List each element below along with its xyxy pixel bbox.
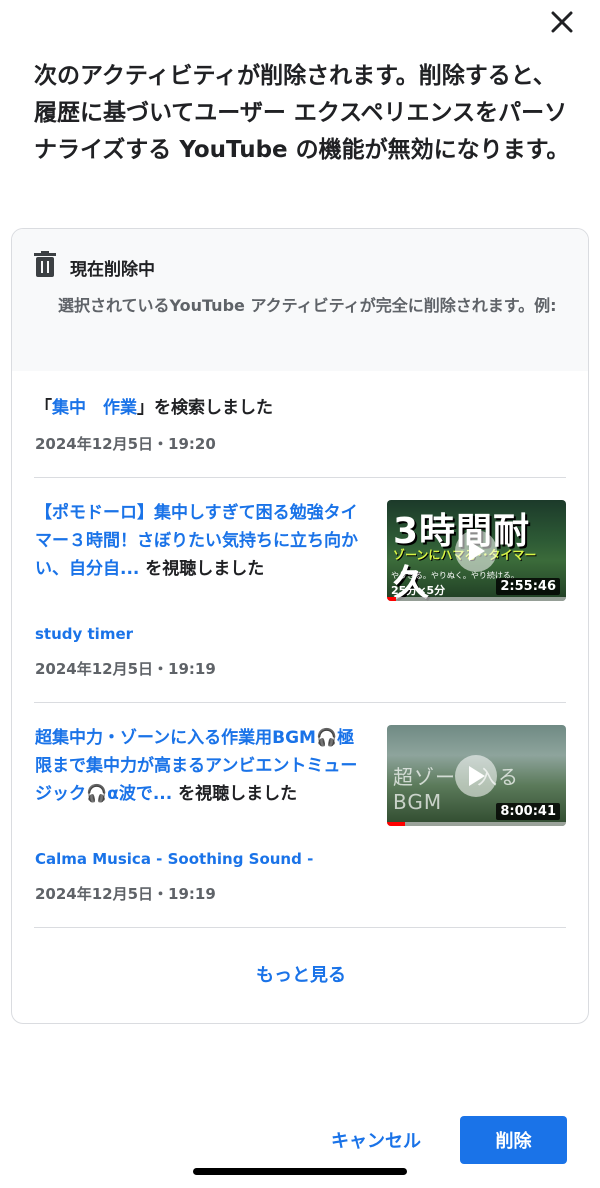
trash-icon [34,251,56,277]
card-title: 現在削除中 [70,260,155,280]
watch-suffix: を視聴しました [172,784,298,804]
card-description: 選択されているYouTube アクティビティが完全に削除されます。例: [58,296,557,315]
video-thumbnail[interactable]: 超ゾー 入るBGM 8:00:41 [387,725,566,826]
watch-suffix: を視聴しました [139,559,265,579]
close-icon [551,11,573,33]
video-duration: 8:00:41 [496,803,560,820]
show-more-button[interactable]: もっと見る [12,961,588,987]
delete-button[interactable]: 削除 [460,1116,567,1164]
channel-link[interactable]: study timer [35,625,133,643]
deletion-card: 現在削除中 選択されているYouTube アクティビティが完全に削除されます。例… [11,228,589,1024]
close-button[interactable] [546,6,578,38]
watch-activity-title: 超集中力・ゾーンに入る作業用BGM🎧極限まで集中力が高まるアンビエントミュージッ… [35,724,370,808]
watch-activity-title: 【ポモドーロ】集中しすぎて困る勉強タイマー３時間！さぼりたい気持ちに立ち向かい、… [35,499,370,583]
watch-progress-bar [387,597,566,601]
play-icon [455,755,497,797]
thumbnail-bottom-text: 25分×5分 [391,584,446,597]
watch-progress-bar [387,822,566,826]
cancel-button[interactable]: キャンセル [318,1116,434,1164]
search-suffix: 」を検索しました [137,398,273,418]
timestamp: 2024年12月5日・19:19 [35,885,216,903]
video-thumbnail[interactable]: 3時間耐久 ゾーンにハマる･･タイマー やりきる。やりぬく。やり続ける。 25分… [387,500,566,601]
divider [34,477,566,478]
timestamp: 2024年12月5日・19:19 [35,660,216,678]
play-icon [455,530,497,572]
search-query-link[interactable]: 集中 作業 [52,398,137,418]
home-indicator [193,1168,407,1175]
dialog-heading: 次のアクティビティが削除されます。削除すると、履歴に基づいてユーザー エクスペリ… [34,63,570,163]
divider [34,702,566,703]
channel-link[interactable]: Calma Musica - Soothing Sound - [35,850,313,868]
card-header: 現在削除中 選択されているYouTube アクティビティが完全に削除されます。例… [12,229,588,371]
quote-open: 「 [35,398,52,418]
divider [34,927,566,928]
video-duration: 2:55:46 [496,578,560,595]
search-activity: 「集中 作業」を検索しました [35,393,273,418]
timestamp: 2024年12月5日・19:20 [35,435,216,453]
